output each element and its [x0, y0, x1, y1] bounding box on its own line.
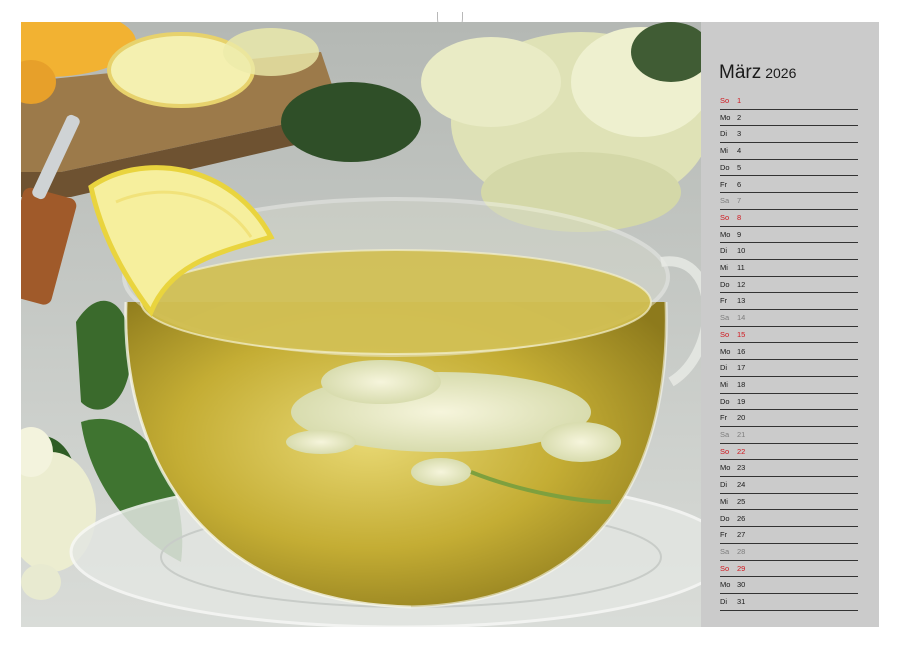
day-number: 17: [737, 363, 746, 373]
day-row: So 1: [720, 93, 858, 110]
day-number: 25: [737, 496, 746, 506]
weekday-label: Fr: [720, 530, 728, 540]
weekday-label: Do: [720, 279, 730, 289]
weekday-label: Mo: [720, 463, 731, 473]
day-number: 23: [737, 463, 746, 473]
month-name: März: [719, 62, 762, 83]
day-row: Di 31: [720, 594, 858, 611]
day-row: Sa 14: [720, 310, 858, 327]
day-number: 7: [737, 196, 742, 206]
weekday-label: Mo: [720, 580, 731, 590]
day-number: 21: [737, 430, 746, 439]
day-row: Mo 30: [720, 577, 858, 594]
day-number: 30: [737, 580, 746, 590]
weekday-label: Mo: [720, 229, 731, 239]
day-number: 16: [737, 346, 746, 356]
day-number: 28: [737, 546, 746, 556]
day-row: Do 12: [720, 277, 858, 294]
weekday-label: Mi: [720, 146, 728, 156]
day-number: 15: [737, 329, 746, 339]
day-row: Sa 21: [720, 427, 858, 444]
day-row: Fr 6: [720, 177, 858, 194]
weekday-label: Sa: [720, 196, 730, 206]
day-number: 8: [737, 212, 742, 222]
weekday-label: Sa: [720, 430, 730, 439]
weekday-label: Sa: [720, 546, 730, 556]
weekday-label: Di: [720, 480, 728, 490]
weekday-label: Di: [720, 129, 728, 139]
day-number: 22: [737, 446, 746, 456]
weekday-label: Di: [720, 246, 728, 256]
day-number: 1: [737, 96, 742, 105]
day-row: Sa 28: [720, 544, 858, 561]
calendar-panel: März 2026 So 1 Mo 2 Di 3 Mi 4 Do 5 Fr 6 Sa 7 So 8 Mo 9 Di 10…: [701, 22, 879, 627]
weekday-label: So: [720, 212, 730, 222]
calendar-photo: [21, 22, 701, 627]
day-number: 9: [737, 229, 742, 239]
weekday-label: Mi: [720, 263, 728, 272]
day-number: 6: [737, 179, 742, 189]
day-number: 2: [737, 112, 742, 122]
weekday-label: Fr: [720, 179, 728, 189]
day-row: So 29: [720, 561, 858, 578]
weekday-label: So: [720, 563, 730, 573]
day-number: 19: [737, 396, 746, 406]
day-row: Mi 25: [720, 494, 858, 511]
day-row: Di 10: [720, 243, 858, 260]
weekday-label: Mo: [720, 346, 731, 356]
day-row: Mo 23: [720, 460, 858, 478]
day-number: 31: [737, 597, 746, 606]
day-row: So 8: [720, 210, 858, 227]
day-row: Fr 20: [720, 410, 858, 427]
weekday-label: Mi: [720, 496, 728, 506]
day-row: So 22: [720, 444, 858, 461]
day-row: Sa 7: [720, 193, 858, 210]
day-number: 24: [737, 480, 746, 490]
day-row: Di 24: [720, 477, 858, 494]
day-number: 3: [737, 129, 742, 139]
day-number: 11: [737, 263, 745, 272]
day-number: 10: [737, 246, 746, 256]
weekday-label: Mi: [720, 379, 728, 389]
weekday-label: Di: [720, 597, 728, 606]
day-number: 5: [737, 162, 742, 172]
day-row: Di 3: [720, 126, 858, 144]
day-number: 26: [737, 513, 746, 523]
day-row: Mi 4: [720, 143, 858, 160]
weekday-label: So: [720, 329, 730, 339]
weekday-label: So: [720, 446, 730, 456]
day-number: 29: [737, 563, 746, 573]
day-row: Mo 9: [720, 227, 858, 244]
weekday-label: Mo: [720, 112, 731, 122]
weekday-label: Sa: [720, 313, 730, 323]
day-row: Mi 11: [720, 260, 858, 277]
day-number: 4: [737, 146, 742, 156]
day-number: 14: [737, 313, 746, 323]
day-number: 20: [737, 413, 746, 423]
day-row: Mi 18: [720, 377, 858, 394]
day-number: 13: [737, 296, 746, 306]
weekday-label: Fr: [720, 296, 728, 306]
day-number: 12: [737, 279, 746, 289]
weekday-label: So: [720, 96, 730, 105]
weekday-label: Do: [720, 513, 730, 523]
day-row: Do 26: [720, 511, 858, 528]
day-row: Mo 16: [720, 344, 858, 361]
day-row: Do 19: [720, 394, 858, 411]
day-row: Mo 2: [720, 110, 858, 127]
day-number: 27: [737, 530, 746, 540]
day-row: Di 17: [720, 360, 858, 377]
month-year: 2026: [765, 65, 797, 81]
day-number: 18: [737, 379, 746, 389]
weekday-label: Di: [720, 363, 728, 373]
month-heading: März 2026: [719, 62, 796, 84]
day-row: Fr 27: [720, 527, 858, 544]
weekday-label: Do: [720, 162, 730, 172]
day-row: Do 5: [720, 160, 858, 177]
elderflower-tea-photo: [21, 22, 701, 627]
day-row: So 15: [720, 327, 858, 344]
weekday-label: Do: [720, 396, 730, 406]
day-row: Fr 13: [720, 293, 858, 311]
weekday-label: Fr: [720, 413, 728, 423]
